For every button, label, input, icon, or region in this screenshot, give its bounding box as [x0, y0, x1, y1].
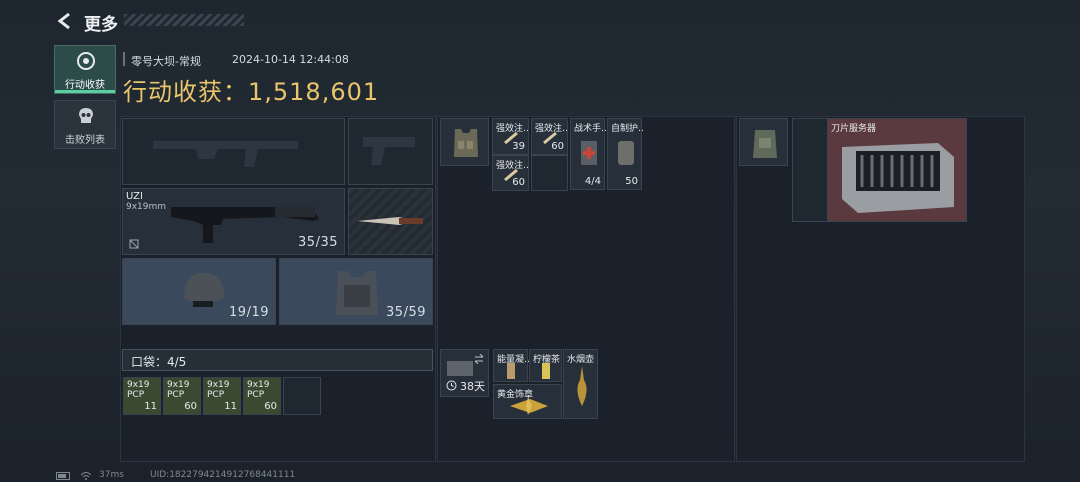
- rig-item[interactable]: 强效注… 60: [492, 155, 530, 191]
- lemon-tea-icon: [542, 363, 550, 379]
- case-item[interactable]: 能量凝…: [493, 349, 529, 382]
- body-armor-icon: [336, 271, 378, 315]
- durability: 35/35: [298, 235, 338, 250]
- swap-icon: [474, 354, 484, 364]
- chest-rig-icon: [454, 129, 478, 157]
- knife-icon: [357, 217, 423, 225]
- loot-value: 行动收获：1,518,601: [123, 78, 380, 106]
- target-icon: [77, 52, 95, 70]
- helmet-slot[interactable]: 19/19: [122, 258, 276, 325]
- pocket-item[interactable]: 9x19 PCP 60: [163, 377, 201, 415]
- armor-repair-icon: [618, 141, 634, 165]
- ping-value: 37ms: [99, 470, 124, 480]
- case-item[interactable]: 柠檬茶: [529, 349, 562, 382]
- blade-server-icon: [842, 143, 954, 213]
- primary-weapon-slot[interactable]: [122, 118, 345, 185]
- knife-slot[interactable]: [348, 188, 433, 255]
- rig-empty-slot[interactable]: [531, 155, 568, 191]
- sidebar-item-kills[interactable]: 击败列表: [54, 100, 116, 149]
- user-uid: UID:1822794214912768441111: [150, 470, 296, 480]
- page-title: 更多: [84, 15, 118, 35]
- pistol-slot[interactable]: [348, 118, 433, 185]
- blade-server-item[interactable]: 刀片服务器: [827, 118, 967, 222]
- wifi-icon: [80, 472, 92, 480]
- rig-item[interactable]: 战术手… 4/4: [570, 118, 606, 190]
- backpack-icon: [753, 130, 777, 158]
- energy-gel-icon: [507, 363, 515, 379]
- pocket-label: 口袋：4/5: [131, 355, 187, 369]
- helmet-icon: [184, 273, 224, 307]
- pocket-item[interactable]: 9x19 PCP 11: [203, 377, 241, 415]
- rig-item[interactable]: 强效注… 39: [492, 118, 530, 155]
- case-item[interactable]: 水烟壶: [563, 349, 598, 419]
- sidebar-item-loot[interactable]: 行动收获: [54, 45, 116, 94]
- case-timer: 38天: [460, 380, 485, 393]
- rifle-silhouette-icon: [153, 141, 298, 167]
- gold-badge-icon: [510, 397, 548, 415]
- medkit-icon: [581, 141, 597, 165]
- weapon-name: UZI: [126, 191, 143, 202]
- status-bar: 37ms UID:1822794214912768441111: [56, 470, 456, 482]
- backpack-slot[interactable]: [739, 118, 788, 166]
- rig-item[interactable]: 自制护… 50: [607, 118, 643, 190]
- backpack-grid-empty: [792, 118, 828, 222]
- case-item[interactable]: 黄金饰章: [493, 384, 562, 419]
- durability: 35/59: [386, 305, 426, 320]
- uzi-weapon-slot[interactable]: UZI 9x19mm 35/35: [122, 188, 345, 255]
- rig-item[interactable]: 强效注… 60: [531, 118, 569, 155]
- active-indicator: [55, 90, 115, 93]
- pocket-header: 口袋：4/5: [122, 349, 433, 371]
- hookah-icon: [577, 366, 587, 406]
- battery-icon: [56, 472, 70, 480]
- map-divider: [123, 52, 125, 66]
- map-name: 零号大坝-常规: [131, 55, 201, 68]
- pocket-empty-slot[interactable]: [283, 377, 321, 415]
- weapon-ammo-type: 9x19mm: [126, 202, 167, 212]
- pocket-item[interactable]: 9x19 PCP 11: [123, 377, 161, 415]
- sidebar-item-label: 行动收获: [65, 80, 105, 91]
- safe-case-icon: [447, 361, 473, 376]
- pistol-silhouette-icon: [363, 137, 415, 165]
- sidebar-item-label: 击败列表: [65, 135, 105, 146]
- durability: 19/19: [229, 305, 269, 320]
- back-arrow-icon: [57, 12, 70, 30]
- armor-slot[interactable]: 35/59: [279, 258, 433, 325]
- skull-icon: [79, 108, 93, 123]
- rig-slot[interactable]: [440, 118, 489, 166]
- title-stripes: [124, 14, 244, 26]
- safe-case-slot[interactable]: 38天: [440, 349, 489, 397]
- back-button[interactable]: 更多: [56, 10, 246, 35]
- pocket-item[interactable]: 9x19 PCP 60: [243, 377, 281, 415]
- clock-icon: [446, 380, 457, 391]
- lock-off-icon: [129, 239, 139, 249]
- match-datetime: 2024-10-14 12:44:08: [232, 53, 349, 66]
